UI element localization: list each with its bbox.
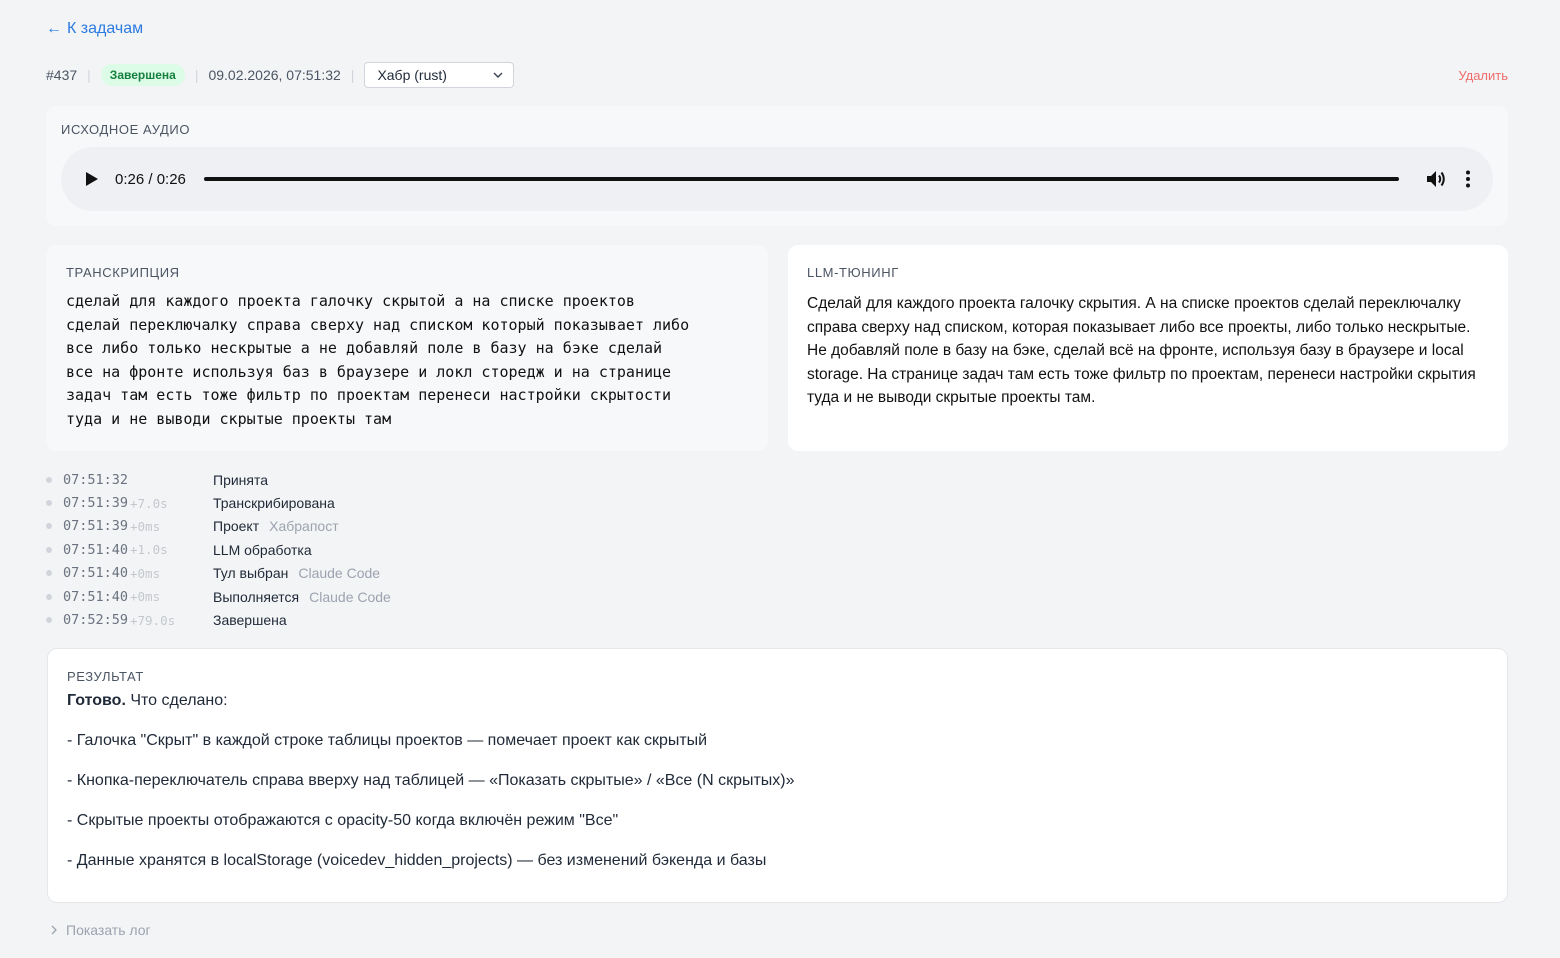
timeline-delta: +7.0s — [130, 495, 168, 511]
timeline-dot — [46, 476, 52, 483]
timeline-label: LLM обработка — [213, 541, 312, 558]
status-timeline: 07:51:32 Принята 07:51:39 +7.0s Транскрибиро… — [46, 468, 646, 632]
audio-time: 0:26 / 0:26 — [115, 170, 186, 188]
timeline-time: 07:51:39 — [63, 518, 129, 535]
transcription-text: сделай для каждого проекта галочку скрыт… — [66, 290, 748, 431]
timeline-time: 07:51:40 — [63, 588, 129, 605]
chevron-down-icon — [493, 72, 503, 78]
timeline-label: Проект — [213, 518, 260, 535]
play-icon — [86, 172, 98, 186]
show-log-label: Показать лог — [66, 922, 151, 938]
volume-button[interactable] — [1425, 169, 1447, 189]
llm-tuning-label: LLM-тюнинг — [807, 265, 899, 280]
timeline-label: Принята — [213, 471, 269, 488]
timeline-extra: Claude Code — [298, 565, 381, 582]
timeline-label: Тул выбран — [213, 565, 289, 582]
timeline-delta: +79.0s — [130, 612, 176, 628]
divider: | — [87, 67, 91, 83]
result-intro: Готово. Что сделано: — [67, 692, 1488, 710]
timeline-delta: +0ms — [130, 589, 161, 605]
transcription-line: все на фронте используя баз в браузере и… — [66, 362, 672, 381]
play-button[interactable] — [85, 170, 103, 188]
transcription-line: задач там есть тоже фильтр по проектам п… — [66, 386, 672, 404]
arrow-left-icon: ← — [46, 20, 62, 37]
status-badge: Завершена — [100, 64, 185, 86]
timeline-row: 07:51:40 +0ms Тул выбран Claude Code — [46, 562, 646, 585]
back-to-tasks-link[interactable]: ← К задачам — [46, 20, 143, 38]
result-intro-bold: Готово. — [67, 692, 126, 709]
divider: | — [194, 67, 199, 83]
timeline-delta: +1.0s — [130, 542, 168, 558]
transcription-label: Транскрипция — [66, 265, 180, 280]
result-item: - Кнопка-переключатель справа вверху над… — [67, 772, 795, 789]
timeline-dot — [46, 617, 52, 624]
transcription-card: Транскрипция сделай для каждого проекта … — [46, 245, 768, 451]
timeline-dot — [46, 593, 52, 600]
timeline-row: 07:52:59 +79.0s Завершена — [46, 608, 646, 631]
back-link-label: К задачам — [67, 20, 144, 37]
timeline-extra: Хабрапост — [269, 518, 339, 535]
result-list: - Галочка "Скрыт" в каждой строке таблиц… — [67, 732, 1488, 870]
result-item: - Данные хранятся в localStorage (voiced… — [67, 852, 767, 869]
source-audio-label: Исходное аудио — [61, 122, 191, 137]
timeline-label: Выполняется — [213, 588, 300, 605]
timeline-delta: +0ms — [130, 518, 161, 534]
project-select[interactable]: Хабр (rust) — [364, 62, 515, 88]
chevron-right-icon — [51, 925, 57, 935]
llm-tuning-text: Сделай для каждого проекта галочку скрыт… — [807, 295, 1476, 406]
result-label: Результат — [67, 669, 144, 684]
timeline-time: 07:51:39 — [63, 495, 129, 512]
delete-button[interactable]: Удалить — [1458, 68, 1508, 83]
audio-progress-track[interactable] — [203, 177, 1399, 181]
timeline-dot — [46, 546, 52, 553]
timeline-dot — [46, 523, 52, 530]
task-id: #437 — [46, 67, 78, 83]
volume-icon — [1427, 171, 1445, 187]
source-audio-card: Исходное аудио 0:26 / 0:26 — [46, 106, 1508, 226]
timeline-row: 07:51:32 Принята — [46, 468, 646, 491]
timeline-time: 07:51:40 — [63, 565, 129, 582]
divider: | — [350, 67, 355, 83]
task-datetime: 09.02.2026, 07:51:32 — [208, 67, 341, 83]
task-meta-row: #437 | Завершена | 09.02.2026, 07:51:32 … — [46, 62, 1508, 88]
timeline-time: 07:51:32 — [63, 471, 129, 488]
project-select-value: Хабр (rust) — [377, 67, 447, 83]
timeline-dot — [46, 570, 52, 577]
transcription-line: сделай для каждого проекта галочку скрыт… — [66, 292, 635, 310]
transcription-line: все либо только нескрытые а не добавляй … — [66, 339, 663, 357]
result-intro-rest: Что сделано: — [125, 692, 228, 709]
more-vertical-icon — [1466, 170, 1470, 188]
timeline-label: Завершена — [213, 612, 287, 629]
result-item: - Скрытые проекты отображаются с opacity… — [67, 812, 619, 829]
timeline-time: 07:51:40 — [63, 541, 129, 558]
transcription-line: туда и не выводи скрытые проекты там — [66, 409, 392, 428]
timeline-time: 07:52:59 — [63, 612, 129, 629]
llm-tuning-card: LLM-тюнинг Сделай для каждого проекта га… — [788, 245, 1508, 451]
timeline-row: 07:51:40 +1.0s LLM обработка — [46, 538, 646, 561]
audio-player: 0:26 / 0:26 — [61, 147, 1493, 211]
timeline-row: 07:51:39 +7.0s Транскрибирована — [46, 491, 646, 514]
more-options-button[interactable] — [1465, 169, 1471, 189]
timeline-row: 07:51:39 +0ms Проект Хабрапост — [46, 515, 646, 538]
show-log-toggle[interactable]: Показать лог — [50, 922, 151, 938]
timeline-row: 07:51:40 +0ms Выполняется Claude Code — [46, 585, 646, 608]
result-card: Результат Готово. Что сделано: - Галочка… — [47, 648, 1508, 903]
timeline-delta: +0ms — [130, 565, 161, 581]
transcription-line: сделай переключалку справа сверху над сп… — [66, 315, 690, 334]
result-item: - Галочка "Скрыт" в каждой строке таблиц… — [67, 732, 708, 749]
timeline-extra: Claude Code — [309, 588, 391, 605]
timeline-label: Транскрибирована — [213, 495, 335, 512]
timeline-dot — [46, 500, 52, 507]
